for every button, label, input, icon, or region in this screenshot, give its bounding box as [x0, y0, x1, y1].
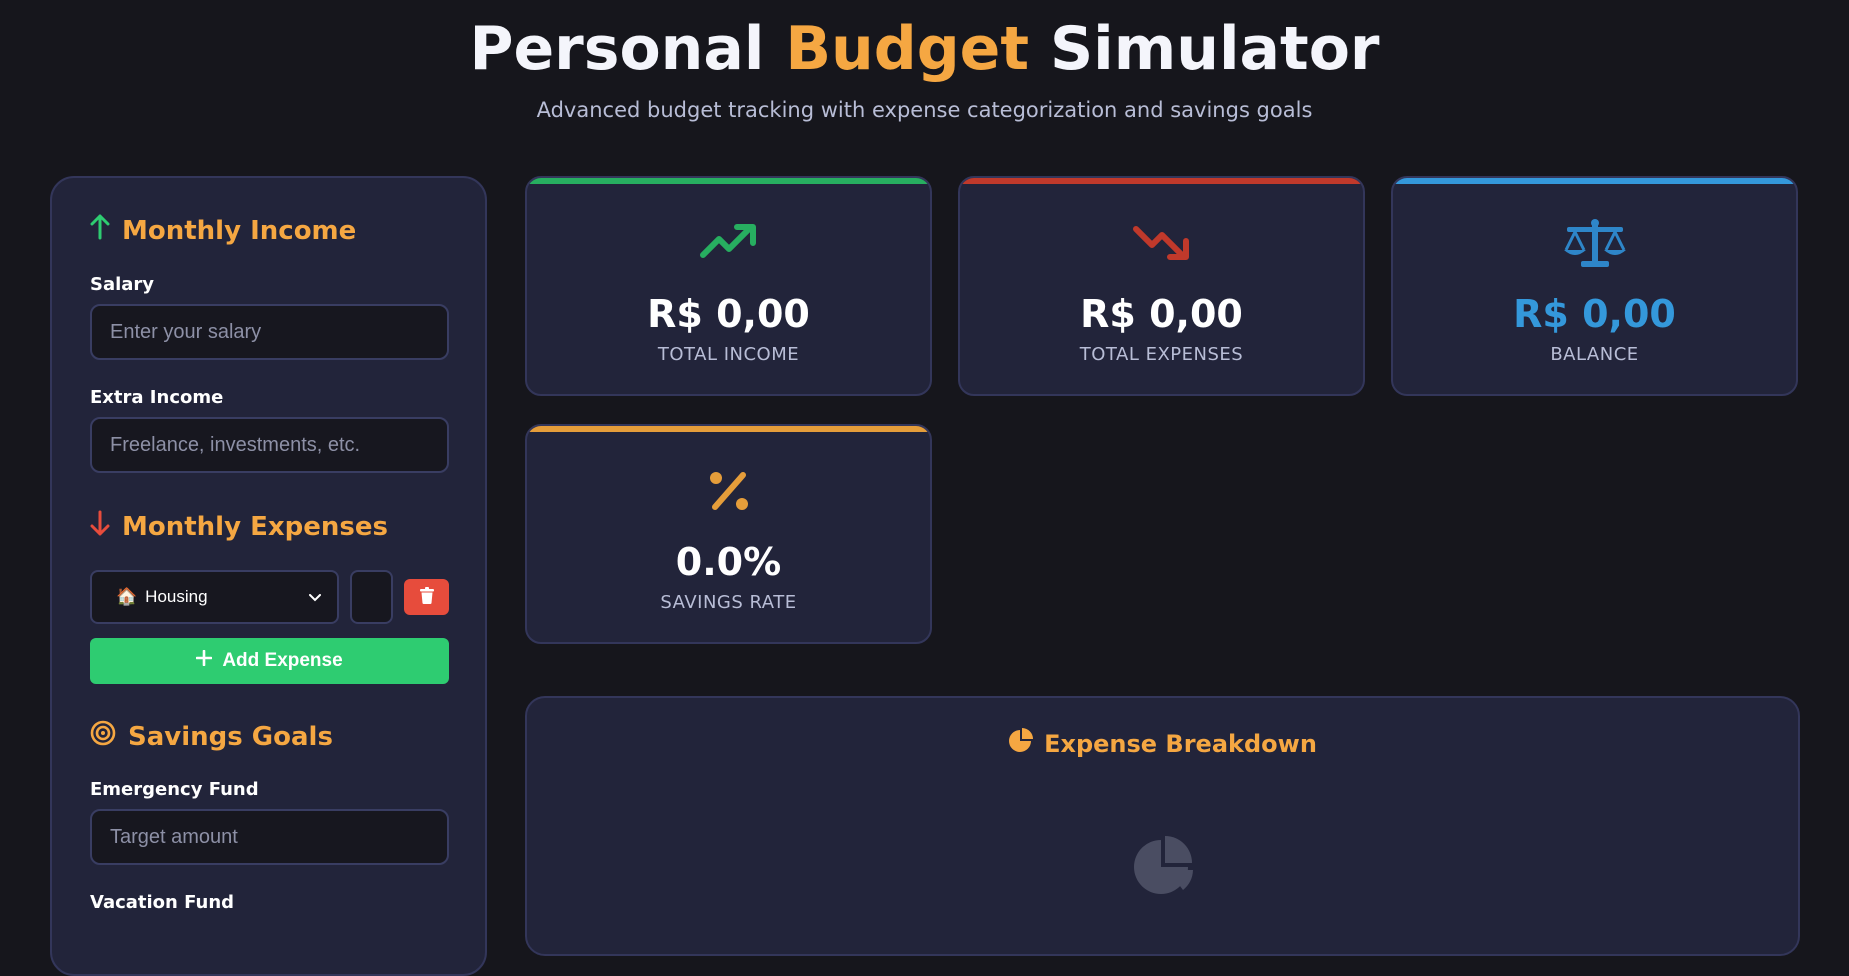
savings-goals-title: Savings Goals [128, 721, 333, 752]
empty-pie-chart-icon [1131, 834, 1197, 904]
monthly-income-heading: Monthly Income [90, 214, 356, 247]
trend-down-icon [960, 218, 1363, 268]
category-selected-label: Housing [145, 587, 208, 606]
page-title: Personal Budget Simulator [0, 14, 1849, 84]
expense-breakdown-panel: Expense Breakdown [525, 696, 1800, 956]
monthly-income-title: Monthly Income [122, 215, 357, 246]
total-expenses-value: R$ 0,00 [1080, 292, 1243, 336]
expense-breakdown-title: Expense Breakdown [1044, 730, 1317, 758]
house-icon: 🏠 [116, 587, 138, 606]
savings-rate-label: SAVINGS RATE [660, 592, 797, 613]
expense-amount-input[interactable] [350, 570, 393, 624]
balance-card: R$ 0,00 BALANCE [1391, 176, 1798, 396]
add-expense-label: Add Expense [222, 650, 343, 671]
monthly-expenses-title: Monthly Expenses [122, 511, 388, 542]
emergency-fund-input[interactable] [90, 809, 449, 865]
card-accent-bar [1393, 178, 1796, 184]
plus-icon [196, 649, 213, 672]
salary-input[interactable] [90, 304, 449, 360]
salary-label: Salary [90, 274, 155, 295]
delete-expense-button[interactable] [404, 579, 449, 615]
add-expense-button[interactable]: Add Expense [90, 638, 449, 684]
total-expenses-card: R$ 0,00 TOTAL EXPENSES [958, 176, 1365, 396]
total-expenses-label: TOTAL EXPENSES [1079, 344, 1244, 365]
trend-up-icon [527, 218, 930, 268]
expense-category-select[interactable]: 🏠 Housing [90, 570, 339, 624]
emergency-fund-label: Emergency Fund [90, 779, 259, 800]
page-subtitle: Advanced budget tracking with expense ca… [536, 98, 1313, 122]
bullseye-icon [90, 720, 116, 753]
percent-icon [527, 466, 930, 516]
title-accent: Budget [785, 14, 1030, 84]
total-income-value: R$ 0,00 [647, 292, 810, 336]
vacation-fund-label: Vacation Fund [90, 892, 235, 913]
balance-value: R$ 0,00 [1513, 292, 1676, 336]
savings-rate-value: 0.0% [675, 540, 782, 584]
card-accent-bar [527, 426, 930, 432]
savings-goals-heading: Savings Goals [90, 720, 333, 753]
sidebar-panel: Monthly Income Salary Extra Income Month… [50, 176, 487, 976]
chevron-down-icon [309, 587, 321, 607]
title-part-1: Personal [469, 14, 786, 84]
total-income-label: TOTAL INCOME [657, 344, 800, 365]
card-accent-bar [960, 178, 1363, 184]
title-part-2: Simulator [1029, 14, 1380, 84]
savings-rate-card: 0.0% SAVINGS RATE [525, 424, 932, 644]
expense-breakdown-heading: Expense Breakdown [527, 728, 1798, 760]
extra-income-label: Extra Income [90, 387, 224, 408]
extra-income-input[interactable] [90, 417, 449, 473]
balance-label: BALANCE [1550, 344, 1639, 365]
arrow-up-icon [90, 214, 110, 247]
pie-chart-icon [1008, 728, 1034, 760]
trash-icon [419, 586, 434, 608]
arrow-down-icon [90, 510, 110, 543]
monthly-expenses-heading: Monthly Expenses [90, 510, 388, 543]
total-income-card: R$ 0,00 TOTAL INCOME [525, 176, 932, 396]
select-value: 🏠 Housing [116, 587, 208, 607]
scale-balance-icon [1393, 218, 1796, 268]
card-accent-bar [527, 178, 930, 184]
